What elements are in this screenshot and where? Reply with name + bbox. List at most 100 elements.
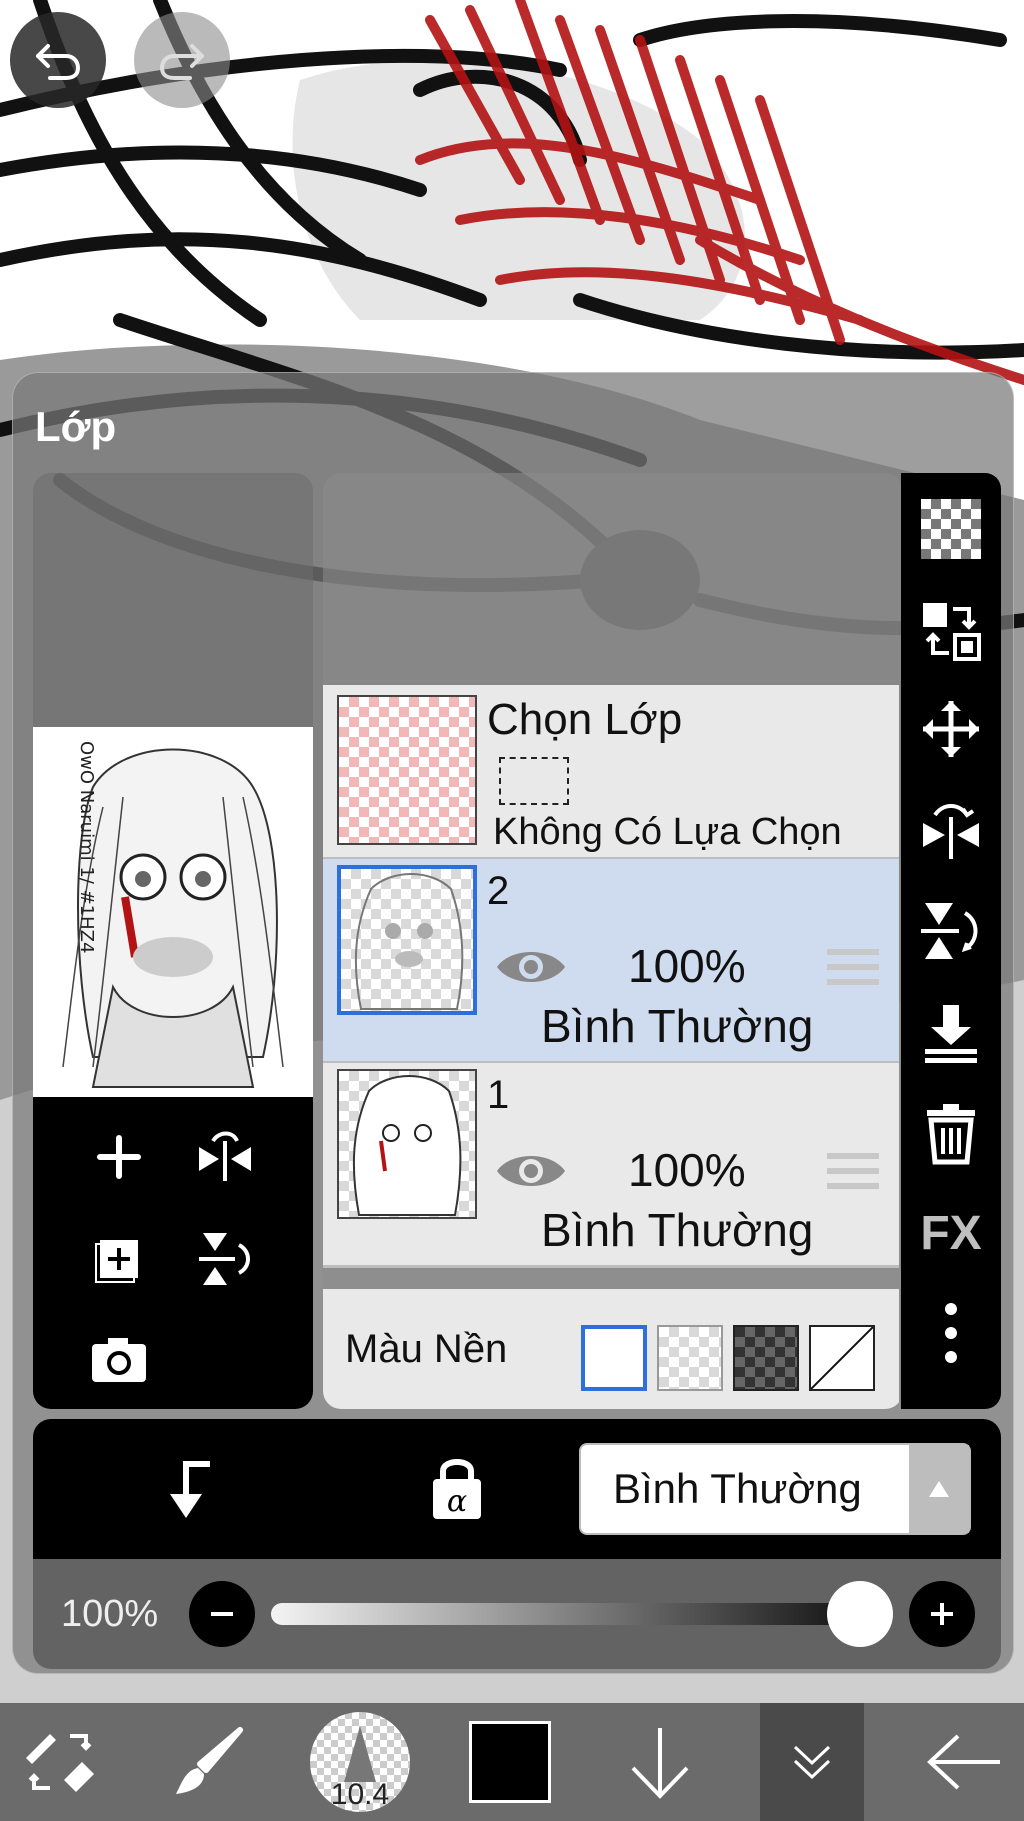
flip-vertical-button[interactable]: [915, 895, 987, 967]
svg-text:α: α: [447, 1484, 467, 1519]
opacity-slider-track[interactable]: [271, 1603, 861, 1625]
layer-tools-column: FX: [901, 473, 1001, 1409]
redo-arrow-icon: [159, 44, 204, 80]
slash-icon: [810, 1326, 874, 1390]
swap-layers-icon: [923, 603, 981, 661]
drag-handle-icon: [827, 949, 879, 985]
opacity-label: 100%: [61, 1593, 159, 1635]
clipping-icon: [170, 1461, 210, 1518]
flip-vertical-icon: [921, 903, 978, 959]
brush-tool-button[interactable]: [150, 1703, 270, 1821]
merge-down-icon: [925, 1005, 977, 1063]
brush-size-button[interactable]: 10.4: [300, 1703, 420, 1821]
plus-icon: [97, 1135, 141, 1179]
checker-icon: [921, 499, 981, 559]
swap-tool-button[interactable]: [0, 1703, 120, 1821]
brush-size-preview: 10.4: [310, 1712, 410, 1812]
flip-vertical-icon: [199, 1233, 250, 1285]
opacity-slider-thumb[interactable]: [827, 1581, 893, 1647]
blend-mode-dropdown-arrow[interactable]: [909, 1445, 969, 1533]
opacity-bar: 100%: [33, 1559, 1001, 1669]
move-icon: [923, 701, 979, 757]
swap-layers-button[interactable]: [915, 595, 987, 667]
layer-options-bar: α Bình Thường: [33, 1419, 1001, 1559]
transparent-fill-button[interactable]: [915, 493, 987, 565]
layer-panel: Lớp OwO Naruimi 1/ #1HZ4 Chọn Lớp Không …: [12, 372, 1014, 1674]
selection-layer-title: Chọn Lớp: [487, 695, 683, 744]
duplicate-layer-icon: [95, 1240, 138, 1283]
brush-icon: [176, 1727, 243, 1794]
layer-row[interactable]: 1 100% Bình Thường: [323, 1063, 899, 1268]
fx-label: FX: [920, 1206, 982, 1260]
background-label: Màu Nền: [345, 1327, 508, 1371]
plus-icon: [931, 1603, 953, 1625]
selection-status: Không Có Lựa Chọn: [493, 811, 842, 853]
drag-handle-icon: [827, 1153, 879, 1189]
layer-number: 1: [487, 1073, 510, 1117]
flip-horizontal-button[interactable]: [915, 795, 987, 867]
blend-mode-value: Bình Thường: [613, 1465, 862, 1512]
visibility-toggle[interactable]: [495, 943, 567, 996]
arrow-down-icon: [631, 1728, 689, 1799]
flip-horizontal-icon: [199, 1131, 251, 1181]
redo-button[interactable]: [134, 12, 230, 108]
fx-button[interactable]: FX: [915, 1197, 987, 1269]
more-options-button[interactable]: [915, 1297, 987, 1369]
drag-handle[interactable]: [827, 1151, 879, 1196]
layer-blend-mode: Bình Thường: [541, 1000, 814, 1052]
flip-layer-horizontal-button[interactable]: [193, 1125, 257, 1189]
alpha-lock-button[interactable]: α: [429, 1451, 489, 1525]
eye-icon: [497, 1156, 565, 1186]
current-color-swatch: [469, 1721, 551, 1803]
layer-thumbnail: [337, 865, 477, 1015]
brush-size-value: 10.4: [330, 1778, 390, 1811]
background-transparent-light-option[interactable]: [657, 1325, 723, 1391]
undo-button[interactable]: [10, 12, 106, 108]
layer-thumbnail: [337, 1069, 477, 1219]
flip-horizontal-icon: [923, 804, 979, 859]
canvas-preview: OwO Naruimi 1/ #1HZ4: [33, 727, 313, 1097]
selection-layer-row[interactable]: Chọn Lớp Không Có Lựa Chọn: [323, 685, 899, 860]
background-transparent-dark-option[interactable]: [733, 1325, 799, 1391]
layer-opacity: 100%: [628, 1144, 746, 1196]
visibility-toggle[interactable]: [495, 1147, 567, 1200]
arrow-left-icon: [927, 1734, 1000, 1790]
trash-icon: [927, 1104, 975, 1165]
delete-layer-button[interactable]: [915, 1097, 987, 1169]
alpha-lock-icon: α: [433, 1459, 481, 1519]
background-none-option[interactable]: [809, 1325, 875, 1391]
layer-down-button[interactable]: [600, 1703, 720, 1821]
layer-number: 2: [487, 869, 510, 913]
opacity-decrease-button[interactable]: [189, 1581, 255, 1647]
minus-icon: [211, 1612, 233, 1616]
selection-layer-thumbnail: [337, 695, 477, 845]
triangle-up-icon: [929, 1481, 949, 1497]
clipping-button[interactable]: [153, 1455, 223, 1525]
back-button[interactable]: [904, 1703, 1024, 1821]
add-copy-layer-button[interactable]: [87, 1227, 151, 1291]
background-white-option[interactable]: [581, 1325, 647, 1391]
opacity-increase-button[interactable]: [909, 1581, 975, 1647]
add-layer-button[interactable]: [87, 1125, 151, 1189]
eye-icon: [497, 952, 565, 982]
move-button[interactable]: [915, 693, 987, 765]
blend-mode-select[interactable]: Bình Thường: [579, 1443, 971, 1535]
background-color-row: Màu Nền: [323, 1289, 899, 1409]
panel-title: Lớp: [35, 403, 117, 450]
collapse-panel-button[interactable]: [760, 1703, 864, 1821]
selection-dashed-icon: [499, 757, 569, 805]
more-icon: [945, 1303, 957, 1363]
color-button[interactable]: [450, 1703, 570, 1821]
double-chevron-down-icon: [793, 1745, 831, 1780]
layers-list: Chọn Lớp Không Có Lựa Chọn 2 100% Bình T…: [323, 473, 903, 1409]
flip-layer-vertical-button[interactable]: [193, 1227, 257, 1291]
preview-tools: [33, 1097, 313, 1409]
undo-arrow-icon: [36, 44, 81, 80]
layer-row[interactable]: 2 100% Bình Thường: [323, 859, 899, 1064]
camera-icon: [92, 1338, 146, 1382]
bottom-toolbar: 10.4: [0, 1703, 1024, 1821]
merge-down-button[interactable]: [915, 997, 987, 1069]
drag-handle[interactable]: [827, 947, 879, 992]
layer-blend-mode: Bình Thường: [541, 1204, 814, 1256]
camera-button[interactable]: [87, 1327, 151, 1391]
